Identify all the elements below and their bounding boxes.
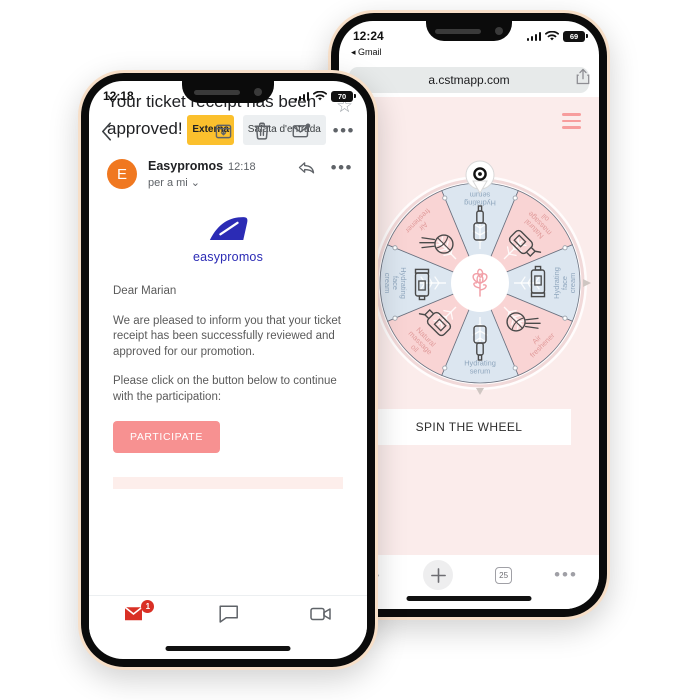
avatar: E: [107, 159, 137, 189]
marker-bottom: [476, 388, 484, 395]
wheel-peg: [392, 315, 398, 321]
easypromos-logo-text: easypromos: [192, 250, 264, 264]
recipient-line[interactable]: per a mi ⌄: [148, 176, 298, 189]
nav-mail[interactable]: 1: [124, 600, 155, 628]
email-footer-strip: [113, 477, 343, 489]
participate-button[interactable]: PARTICIPATE: [113, 421, 220, 453]
reply-icon[interactable]: [298, 161, 315, 175]
sent-time: 12:18: [228, 161, 256, 173]
nav-chat[interactable]: [219, 605, 239, 628]
gmail-bottom-nav: 1: [89, 595, 367, 637]
wheel-peg: [392, 245, 398, 251]
email-greeting: Dear Marian: [113, 285, 177, 297]
meet-icon: [309, 607, 331, 621]
wheel-peg: [512, 195, 518, 201]
spin-the-wheel-button[interactable]: SPIN THE WHEEL: [367, 409, 571, 445]
email-paragraph-2: Please click on the button below to cont…: [113, 375, 337, 403]
address-text: a.cstmapp.com: [428, 73, 510, 87]
mail-badge: 1: [141, 600, 155, 613]
recipient-text: per a mi: [148, 177, 188, 189]
chat-icon: [219, 605, 238, 623]
cellular-signal-icon: [294, 91, 309, 101]
email-paragraph-1: We are pleased to inform you that your t…: [113, 314, 341, 358]
phone-right-screen: 12:24 69 ◂ Gmail a.cstmapp.com Hydrating…: [339, 21, 599, 609]
phone-right-notch: [426, 21, 512, 41]
earpiece-speaker: [435, 28, 481, 34]
wifi-icon: [545, 30, 559, 40]
share-icon[interactable]: [575, 68, 591, 86]
back-to-gmail-link[interactable]: ◂ Gmail: [351, 47, 382, 58]
nav-meet[interactable]: [309, 606, 332, 627]
front-camera: [495, 27, 503, 35]
front-camera: [254, 88, 262, 96]
email-body: easypromos Dear Marian We are pleased to…: [89, 189, 367, 489]
back-arrow-icon[interactable]: [101, 121, 112, 141]
tab-count-button[interactable]: 25: [495, 566, 513, 584]
address-field[interactable]: a.cstmapp.com: [349, 67, 589, 93]
plus-icon: [430, 567, 446, 583]
more-options-icon[interactable]: •••: [333, 122, 355, 139]
mark-unread-icon[interactable]: [292, 123, 311, 139]
message-more-icon[interactable]: •••: [331, 159, 353, 176]
wheel-peg: [562, 245, 568, 251]
spin-button-wrap: SPIN THE WHEEL: [339, 409, 599, 445]
status-time-right: 12:24: [353, 29, 384, 43]
more-options-icon[interactable]: •••: [554, 566, 578, 582]
battery-icon-right: 69: [563, 30, 588, 42]
back-to-gmail-label: Gmail: [358, 47, 382, 57]
easypromos-logo: easypromos: [113, 203, 343, 284]
status-time-left: 12:18: [103, 89, 134, 103]
archive-icon[interactable]: [215, 123, 232, 140]
wheel-peg: [512, 365, 518, 371]
safari-url-bar: a.cstmapp.com: [339, 63, 599, 97]
prize-wheel-svg[interactable]: HydratingserumNaturalmassageoilHydrating…: [339, 145, 599, 400]
gmail-toolbar: •••: [89, 111, 367, 151]
wifi-icon: [313, 90, 327, 100]
phone-left-screen: 12:18 70 ••• Your ticket been approved! …: [89, 81, 367, 659]
screenshot-stage: 12:24 69 ◂ Gmail a.cstmapp.com Hydrating…: [0, 0, 700, 700]
earpiece-speaker: [194, 89, 240, 95]
web-page-content: Hydratingserum Naturalmassageoil Hydrating…: [339, 97, 599, 555]
sender-name: Easypromos: [148, 159, 224, 173]
home-indicator-left: [165, 646, 291, 651]
sender-name-line: Easypromos 12:18: [148, 159, 298, 173]
home-indicator-right: [406, 596, 532, 601]
phone-left-gmail: 12:18 70 ••• Your ticket been approved! …: [78, 70, 378, 670]
hamburger-menu-icon[interactable]: [562, 113, 581, 133]
wheel-peg: [562, 315, 568, 321]
wheel-peg: [442, 195, 448, 201]
new-tab-button[interactable]: [423, 560, 454, 590]
sender-row: E Easypromos 12:18 per a mi ⌄ •••: [89, 145, 367, 189]
cellular-signal-icon: [526, 31, 541, 41]
wheel-peg: [442, 365, 448, 371]
easypromos-logo-icon: [209, 217, 248, 241]
prize-wheel[interactable]: Hydratingserum Naturalmassageoil Hydrating…: [339, 145, 599, 400]
marker-right: [583, 279, 591, 287]
delete-icon[interactable]: [253, 122, 270, 140]
phone-left-notch: [182, 81, 274, 103]
battery-icon-left: 70: [331, 90, 356, 102]
